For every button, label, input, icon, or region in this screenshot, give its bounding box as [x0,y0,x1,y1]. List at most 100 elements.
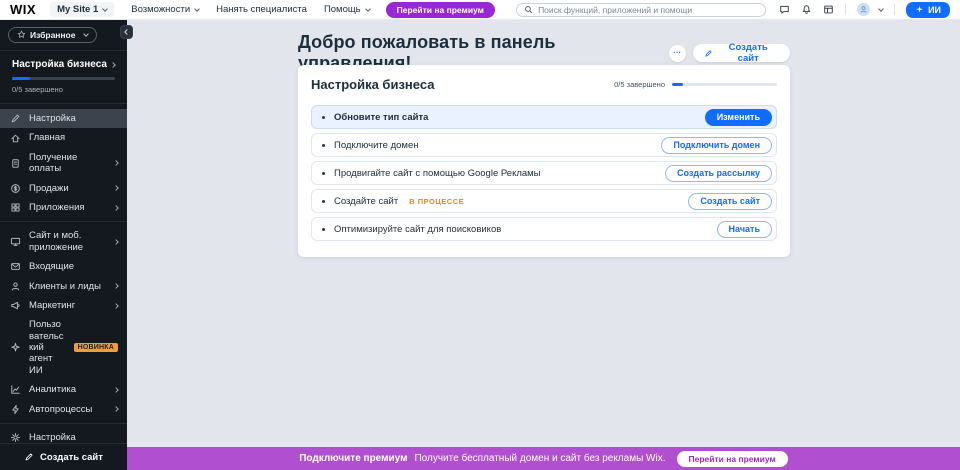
envelope-icon [10,261,21,272]
chevron-right-icon [113,239,119,245]
monitor-icon [10,236,21,247]
task-row-connect-domain[interactable]: Подключите домен Подключить домен [311,133,777,157]
top-bar: WIX My Site 1 Возможности Нанять специал… [0,0,960,20]
ai-button-label: ИИ [928,5,941,15]
sidebar-item-inbox[interactable]: Входящие [0,257,127,276]
card-progress: 0/5 завершено [614,80,777,89]
nav-help[interactable]: Помощь [324,4,370,15]
setup-progress-label: 0/5 завершено [12,85,115,94]
nav-features[interactable]: Возможности [131,4,199,15]
account-menu[interactable] [857,3,883,16]
chevron-down-icon [878,6,884,12]
topbar-divider [845,4,846,15]
avatar [857,3,870,16]
bullet-icon [322,200,325,203]
sidebar-item-analytics[interactable]: Аналитика [0,380,127,399]
chevron-down-icon [102,6,108,12]
chevron-right-icon [113,387,119,393]
card-progress-label: 0/5 завершено [614,80,665,89]
sidebar-item-site-mobile-app[interactable]: Сайт и моб. приложение [0,226,127,257]
search-box[interactable] [516,3,766,17]
chevron-right-icon [113,185,119,191]
task-row-seo[interactable]: Оптимизируйте сайт для поисковиков Начат… [311,217,777,241]
sidebar-item-contacts-leads[interactable]: Клиенты и лиды [0,277,127,296]
sidebar-create-site-button[interactable]: Создать сайт [0,443,127,470]
favorites-label: Избранное [30,30,75,40]
sidebar-item-custom-ai-agent[interactable]: Пользовательский агент ИИ НОВИНКА [0,315,127,380]
ai-assistant-button[interactable]: ИИ [906,2,950,18]
in-progress-badge: В ПРОЦЕССЕ [409,197,464,206]
pencil-icon [704,49,713,58]
create-site-label: Создать сайт [40,452,103,463]
chart-icon [10,384,21,395]
bullet-icon [322,228,325,231]
topbar-divider [894,4,895,15]
task-start-button[interactable]: Начать [717,221,772,238]
upgrade-premium-button[interactable]: Перейти на премиум [386,2,495,18]
chat-icon[interactable] [779,4,790,15]
sidebar-item-home[interactable]: Главная [0,128,127,147]
new-badge: НОВИНКА [74,343,118,352]
task-row-create-site[interactable]: Создайте сайт В ПРОЦЕССЕ Создать сайт [311,189,777,213]
receipt-icon [10,158,21,169]
person-icon [10,281,21,292]
nav-hire-specialist[interactable]: Нанять специалиста [216,4,307,15]
business-setup-card: Настройка бизнеса 0/5 завершено Обновите… [298,65,790,257]
premium-banner-title: Подключите премиум [299,453,407,464]
sidebar-item-setup[interactable]: Настройка [0,109,127,128]
setup-title: Настройка бизнеса [12,59,107,70]
setup-progress-track [12,77,115,80]
sidebar-setup-progress[interactable]: Настройка бизнеса 0/5 завершено [0,51,127,104]
sidebar: Избранное Настройка бизнеса 0/5 завершен… [0,20,127,470]
dashboard-grid-icon[interactable] [823,4,834,15]
header-create-site-button[interactable]: Создать сайт [693,44,790,62]
apps-grid-icon [10,202,21,213]
sidebar-divider [0,423,127,424]
sidebar-item-settings[interactable]: Настройка [0,428,127,443]
chevron-left-icon [124,29,130,35]
site-menu[interactable]: My Site 1 [50,2,114,17]
chevron-down-icon [84,31,90,37]
notifications-bell-icon[interactable] [801,4,812,15]
sidebar-item-sales[interactable]: Продажи [0,179,127,198]
chevron-right-icon [113,283,119,289]
sparkle-icon [915,5,924,14]
premium-banner-button[interactable]: Перейти на премиум [677,451,788,467]
pencil-icon [10,113,21,124]
bullet-icon [322,144,325,147]
star-icon [17,30,26,39]
search-input[interactable] [538,5,758,15]
task-create-campaign-button[interactable]: Создать рассылку [665,165,772,182]
favorites-row: Избранное [0,20,127,51]
bullet-icon [322,116,325,119]
chevron-down-icon [194,6,200,12]
main-content: Добро пожаловать в панель управления! ··… [127,20,960,447]
task-row-update-site-type[interactable]: Обновите тип сайта Изменить [311,105,777,129]
sidebar-item-get-paid[interactable]: Получение оплаты [0,148,127,179]
sidebar-item-automations[interactable]: Автопроцессы [0,400,127,419]
setup-progress-fill [12,77,30,80]
premium-banner-text: Получите бесплатный домен и сайт без рек… [414,453,665,464]
task-row-google-ads[interactable]: Продвигайте сайт с помощью Google Реклам… [311,161,777,185]
chevron-right-icon [113,205,119,211]
sidebar-divider [0,221,127,222]
chevron-right-icon [113,406,119,412]
premium-banner: Подключите премиум Получите бесплатный д… [127,447,960,470]
pencil-icon [24,452,34,462]
task-create-site-button[interactable]: Создать сайт [688,193,772,210]
task-connect-domain-button[interactable]: Подключить домен [661,137,772,154]
bullet-icon [322,172,325,175]
site-menu-label: My Site 1 [57,4,98,15]
search-icon [524,5,533,14]
task-change-button[interactable]: Изменить [705,109,772,126]
favorites-button[interactable]: Избранное [8,27,97,43]
task-list: Обновите тип сайта Изменить Подключите д… [311,105,777,241]
chevron-down-icon [365,6,371,12]
sidebar-collapse-button[interactable] [120,25,133,39]
more-actions-button[interactable]: ··· [669,45,686,62]
chevron-right-icon [110,62,116,68]
megaphone-icon [10,300,21,311]
sidebar-item-marketing[interactable]: Маркетинг [0,296,127,315]
sidebar-item-apps[interactable]: Приложения [0,198,127,217]
card-progress-track [672,83,777,86]
